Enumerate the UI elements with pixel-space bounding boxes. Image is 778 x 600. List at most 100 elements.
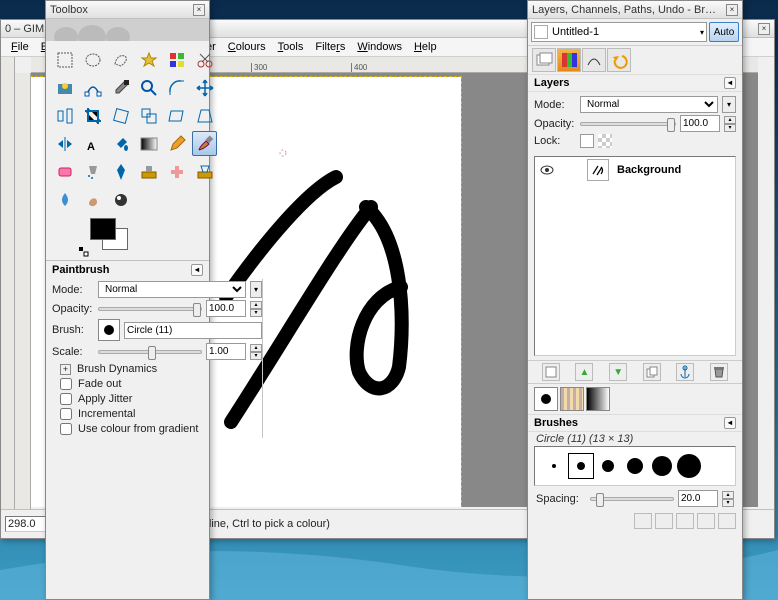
brush-swatch[interactable] <box>595 453 621 479</box>
brush-swatch[interactable] <box>622 453 648 479</box>
scale-tool[interactable] <box>136 103 161 128</box>
scale-slider[interactable] <box>98 350 202 354</box>
duplicate-brush-button[interactable] <box>676 513 694 529</box>
by-color-select-tool[interactable] <box>164 47 189 72</box>
text-tool[interactable]: A <box>80 131 105 156</box>
layer-name[interactable]: Background <box>617 164 681 176</box>
active-pattern-indicator[interactable] <box>560 387 584 411</box>
fg-color[interactable] <box>90 218 116 240</box>
expand-icon[interactable]: + <box>60 364 71 375</box>
layer-opacity-slider[interactable] <box>580 122 676 126</box>
swap-colors-icon[interactable] <box>78 246 90 258</box>
move-tool[interactable] <box>192 75 217 100</box>
align-tool[interactable] <box>52 103 77 128</box>
layer-mode-select[interactable]: Normal <box>580 96 718 113</box>
lower-layer-button[interactable]: ▼ <box>609 363 627 381</box>
scale-spinner[interactable]: ▴▾ <box>250 344 262 360</box>
close-icon[interactable]: × <box>758 23 770 35</box>
paths-tool[interactable] <box>80 75 105 100</box>
heal-tool[interactable] <box>164 159 189 184</box>
layer-row[interactable]: Background <box>535 157 735 183</box>
new-brush-button[interactable] <box>655 513 673 529</box>
menu-windows[interactable]: Windows <box>353 40 406 54</box>
visibility-eye-icon[interactable] <box>539 162 555 178</box>
rotate-tool[interactable] <box>108 103 133 128</box>
active-gradient-indicator[interactable] <box>586 387 610 411</box>
ellipse-select-tool[interactable] <box>80 47 105 72</box>
brush-preview[interactable] <box>98 319 120 341</box>
close-icon[interactable]: × <box>726 4 738 16</box>
dodge-burn-tool[interactable] <box>108 187 133 212</box>
menu-filters[interactable]: Filters <box>311 40 349 54</box>
lock-alpha-toggle[interactable] <box>580 134 594 148</box>
layer-opacity-value[interactable] <box>680 115 720 132</box>
toolopts-scrollbar[interactable] <box>262 279 263 438</box>
zoom-tool[interactable] <box>136 75 161 100</box>
ink-tool[interactable] <box>108 159 133 184</box>
brush-swatch[interactable] <box>568 453 594 479</box>
layers-titlebar[interactable]: Layers, Channels, Paths, Undo - Br… × <box>528 1 742 19</box>
mode-select[interactable]: Normal <box>98 281 246 298</box>
spacing-spinner[interactable]: ▴▾ <box>722 491 734 507</box>
undo-tab[interactable] <box>607 48 631 72</box>
scale-value[interactable] <box>206 343 246 360</box>
brushes-grid[interactable] <box>534 446 736 486</box>
brushes-menu-icon[interactable]: ◂ <box>724 417 736 429</box>
duplicate-layer-button[interactable] <box>643 363 661 381</box>
brush-swatch[interactable] <box>676 453 702 479</box>
tool-options-menu-icon[interactable]: ◂ <box>191 264 203 276</box>
perspective-clone-tool[interactable] <box>192 159 217 184</box>
scissors-select-tool[interactable] <box>192 47 217 72</box>
spacing-slider[interactable] <box>590 497 674 501</box>
color-picker-tool[interactable] <box>108 75 133 100</box>
chevron-down-icon[interactable]: ▾ <box>722 96 736 113</box>
color-swatches[interactable] <box>90 216 209 260</box>
layer-list[interactable]: Background <box>534 156 736 356</box>
delete-brush-button[interactable] <box>697 513 715 529</box>
spacing-value[interactable] <box>678 490 718 507</box>
eraser-tool[interactable] <box>52 159 77 184</box>
pencil-tool[interactable] <box>164 131 189 156</box>
mode-dropdown-icon[interactable]: ▾ <box>250 281 262 298</box>
apply-jitter-checkbox[interactable]: Apply Jitter <box>60 393 262 405</box>
menu-help[interactable]: Help <box>410 40 441 54</box>
blend-tool[interactable] <box>136 131 161 156</box>
layer-thumbnail[interactable] <box>587 159 609 181</box>
fade-out-checkbox[interactable]: Fade out <box>60 378 262 390</box>
bucket-fill-tool[interactable] <box>108 131 133 156</box>
incremental-checkbox[interactable]: Incremental <box>60 408 262 420</box>
close-icon[interactable]: × <box>193 4 205 16</box>
flip-tool[interactable] <box>52 131 77 156</box>
shear-tool[interactable] <box>164 103 189 128</box>
delete-layer-button[interactable] <box>710 363 728 381</box>
menu-file[interactable]: File <box>7 40 33 54</box>
brush-swatch[interactable] <box>649 453 675 479</box>
free-select-tool[interactable] <box>108 47 133 72</box>
layers-tab[interactable] <box>532 48 556 72</box>
perspective-tool[interactable] <box>192 103 217 128</box>
rect-select-tool[interactable] <box>52 47 77 72</box>
paths-tab[interactable] <box>582 48 606 72</box>
brush-dynamics-expander[interactable]: + Brush Dynamics <box>60 363 262 375</box>
foreground-select-tool[interactable] <box>52 75 77 100</box>
channels-tab[interactable] <box>557 48 581 72</box>
opacity-value[interactable] <box>206 300 246 317</box>
layer-opacity-spinner[interactable]: ▴▾ <box>724 116 736 132</box>
opacity-spinner[interactable]: ▴▾ <box>250 301 262 317</box>
clone-tool[interactable] <box>136 159 161 184</box>
menu-tools[interactable]: Tools <box>274 40 308 54</box>
anchor-layer-button[interactable] <box>676 363 694 381</box>
new-layer-button[interactable] <box>542 363 560 381</box>
lock-pixels-toggle[interactable] <box>598 134 612 148</box>
auto-button[interactable]: Auto <box>709 22 739 42</box>
edit-brush-button[interactable] <box>634 513 652 529</box>
image-select-combo[interactable]: Untitled-1 ▾ <box>531 22 707 42</box>
brush-name[interactable] <box>124 322 262 339</box>
chevron-down-icon[interactable]: ▾ <box>700 28 704 37</box>
refresh-brushes-button[interactable] <box>718 513 736 529</box>
smudge-tool[interactable] <box>80 187 105 212</box>
fuzzy-select-tool[interactable] <box>136 47 161 72</box>
toolbox-titlebar[interactable]: Toolbox × <box>46 1 209 19</box>
paintbrush-tool[interactable] <box>192 131 217 156</box>
blur-tool[interactable] <box>52 187 77 212</box>
